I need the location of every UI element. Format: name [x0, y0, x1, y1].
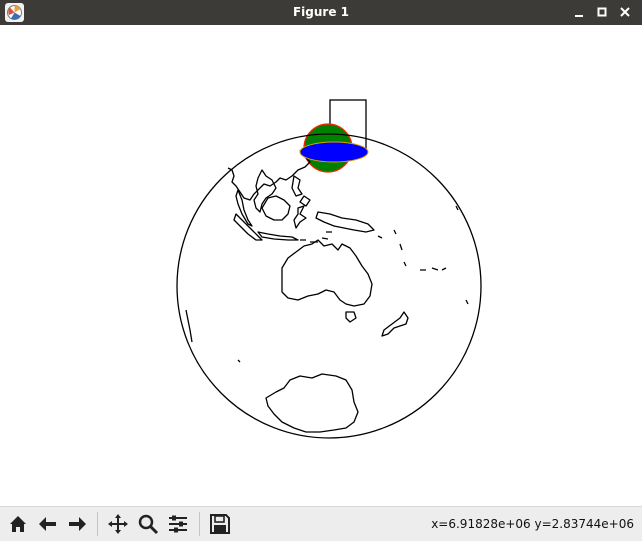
borneo-coastline — [261, 195, 291, 221]
navigation-toolbar: x=6.91828e+06 y=2.83744e+06 — [0, 506, 642, 541]
new-zealand-coastline — [381, 311, 409, 337]
close-icon[interactable] — [617, 4, 633, 20]
new-guinea-coastline — [315, 211, 375, 233]
australia-coastline — [281, 239, 373, 307]
title-bar: Figure 1 — [0, 0, 642, 25]
window-title: Figure 1 — [292, 5, 350, 19]
indochina-coastline — [253, 169, 277, 213]
blue-ellipse-patch — [299, 141, 369, 163]
pan-button[interactable] — [104, 510, 132, 538]
map-plot — [176, 99, 482, 439]
figure-window: Figure 1 x=6.91828e+06 y=2.83744e+06 — [0, 0, 642, 541]
minimize-icon[interactable] — [571, 4, 587, 20]
sliders-icon — [169, 515, 187, 533]
sumatra-coastline — [233, 213, 263, 241]
configure-subplots-button[interactable] — [164, 510, 192, 538]
cursor-coordinates: x=6.91828e+06 y=2.83744e+06 — [431, 517, 634, 531]
antarctica-coastline — [265, 373, 359, 433]
tasmania-coastline — [345, 311, 357, 323]
arrow-left-icon — [39, 517, 56, 531]
maximize-icon[interactable] — [594, 4, 610, 20]
back-button[interactable] — [34, 510, 62, 538]
figure-canvas[interactable] — [0, 25, 642, 506]
home-button[interactable] — [4, 510, 32, 538]
lesser-sunda-islands — [300, 231, 332, 243]
save-button[interactable] — [206, 510, 234, 538]
arrow-right-icon — [69, 517, 86, 531]
globe-outline — [176, 133, 482, 439]
toolbar-separator — [97, 512, 98, 536]
forward-button[interactable] — [63, 510, 91, 538]
philippines-coastline — [291, 175, 311, 207]
java-coastline — [257, 231, 299, 241]
pacific-islands — [377, 205, 459, 271]
zoom-button[interactable] — [134, 510, 162, 538]
toolbar-separator — [199, 512, 200, 536]
coastline-fragments — [185, 299, 469, 363]
move-icon — [108, 514, 128, 534]
asia-coastline — [227, 149, 311, 201]
home-icon — [10, 516, 26, 532]
magnifier-icon — [138, 514, 159, 535]
sulawesi-coastline — [293, 205, 307, 229]
malay-peninsula — [235, 189, 253, 227]
floppy-icon — [210, 514, 230, 534]
